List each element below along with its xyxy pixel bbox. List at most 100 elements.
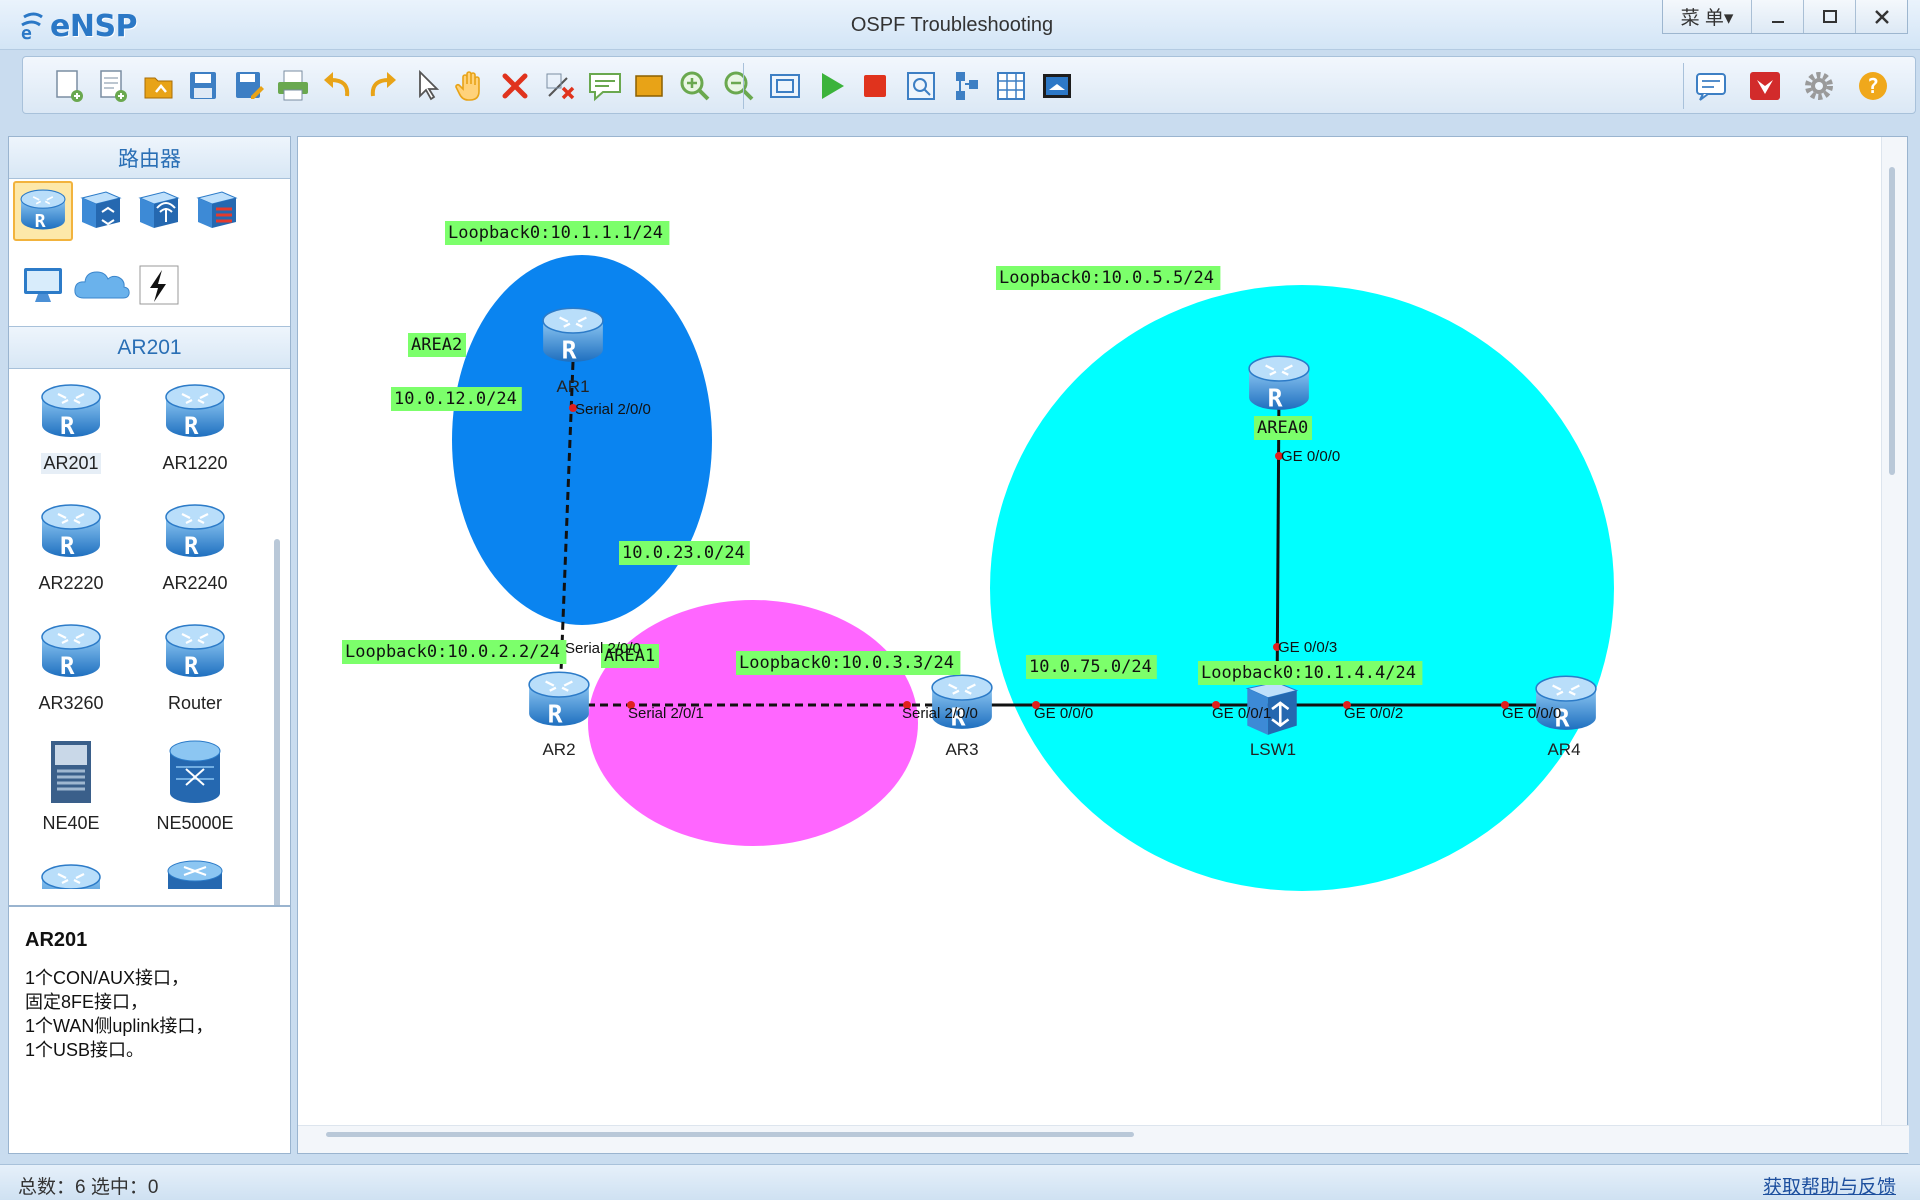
device-label: NE40E xyxy=(42,813,100,833)
zoom-out-button[interactable] xyxy=(719,66,759,106)
horizontal-scroll-track[interactable] xyxy=(298,1125,1909,1153)
zoom-in-button[interactable] xyxy=(675,66,715,106)
undo-button[interactable] xyxy=(317,66,357,106)
new-example-button[interactable] xyxy=(93,66,133,106)
grid-button[interactable] xyxy=(991,66,1031,106)
text-note-button[interactable] xyxy=(585,66,625,106)
stop-device-icon xyxy=(864,75,886,97)
help-button[interactable]: ? xyxy=(1853,66,1893,106)
device-ar201[interactable]: R AR201 xyxy=(11,377,131,487)
svg-text:R: R xyxy=(1268,384,1283,413)
loopback-label[interactable]: Loopback0:10.1.1.1/24 xyxy=(448,223,663,243)
router-icon: R xyxy=(162,377,228,447)
delete-link-icon xyxy=(546,73,575,100)
port-label: GE 0/0/1 xyxy=(1212,705,1271,722)
chassis-icon xyxy=(38,737,104,807)
device-ar3260[interactable]: R AR3260 xyxy=(11,617,131,727)
area-label[interactable]: AREA0 xyxy=(1257,418,1308,438)
save-button[interactable] xyxy=(183,66,223,106)
topology-button[interactable] xyxy=(947,66,987,106)
minimize-icon xyxy=(1771,20,1784,23)
router-category-icon: R xyxy=(18,184,68,238)
category-header: 路由器 xyxy=(9,137,290,179)
network-label[interactable]: 10.0.12.0/24 xyxy=(394,389,517,409)
close-button[interactable] xyxy=(1855,0,1907,33)
vertical-scrollbar[interactable] xyxy=(1889,167,1895,475)
capture-button[interactable] xyxy=(901,66,941,106)
device-info-line: 固定8FE接口， xyxy=(25,992,149,1012)
port-label: Serial 2/0/0 xyxy=(575,401,651,418)
delete-button[interactable] xyxy=(495,66,535,106)
print-button[interactable] xyxy=(273,66,313,106)
terminal-button[interactable] xyxy=(1037,66,1077,106)
device-list-scrollbar[interactable] xyxy=(274,539,280,935)
stop-device-button[interactable] xyxy=(855,66,895,106)
topology-drawing[interactable]: RAR1RAR2RAR3RAR4RAR5LSW1 Loopback0:10.1.… xyxy=(298,137,1878,1127)
other-device-category-button[interactable] xyxy=(129,257,189,317)
redo-icon xyxy=(370,72,396,97)
chat-icon xyxy=(1696,73,1726,101)
router-category-category-button[interactable]: R xyxy=(13,181,73,241)
device-label: AR1220 xyxy=(162,453,228,473)
cloud-category-category-button[interactable] xyxy=(71,257,131,317)
loopback-label[interactable]: Loopback0:10.0.3.3/24 xyxy=(739,653,954,673)
device-info-title: AR201 xyxy=(25,929,88,951)
device-ar2[interactable]: R AR2 xyxy=(525,664,593,759)
redo-button[interactable] xyxy=(363,66,403,106)
port-label: Serial 2/0/0 xyxy=(902,705,978,722)
router-icon: R xyxy=(1245,348,1313,416)
topology-canvas[interactable]: RAR1RAR2RAR3RAR4RAR5LSW1 Loopback0:10.1.… xyxy=(297,136,1909,1154)
network-label[interactable]: 10.0.75.0/24 xyxy=(1029,657,1152,677)
window-controls: 菜 单▾ xyxy=(1662,0,1908,34)
switch-category-category-button[interactable] xyxy=(71,181,131,241)
select-button[interactable] xyxy=(407,66,447,106)
network-label[interactable]: 10.0.23.0/24 xyxy=(622,543,745,563)
rectangle-button[interactable] xyxy=(629,66,669,106)
settings-icon xyxy=(1805,72,1833,100)
new-topology-button[interactable] xyxy=(49,66,89,106)
device-label: NE5000E xyxy=(156,813,234,833)
chat-button[interactable] xyxy=(1691,66,1731,106)
delete-link-button[interactable] xyxy=(541,66,581,106)
area-label[interactable]: AREA2 xyxy=(411,335,462,355)
device-ne40e[interactable]: NE40E xyxy=(11,737,131,847)
maximize-button[interactable] xyxy=(1803,0,1855,33)
start-device-button[interactable] xyxy=(811,66,851,106)
device-grid: R AR201 R AR1220 R AR2220 R AR2240 R AR3260 R Route… xyxy=(9,369,290,889)
loopback-label[interactable]: Loopback0:10.0.5.5/24 xyxy=(999,268,1214,288)
area1-ellipse[interactable] xyxy=(588,600,918,846)
toolbar-separator xyxy=(743,63,744,109)
huawei-button[interactable] xyxy=(1745,66,1785,106)
device-ar1220[interactable]: R AR1220 xyxy=(135,377,255,487)
pan-hand-button[interactable] xyxy=(451,66,491,106)
wireless-category-icon xyxy=(134,184,184,238)
menu-button[interactable]: 菜 单▾ xyxy=(1663,0,1751,33)
save-as-button[interactable] xyxy=(229,66,269,106)
router-icon: R xyxy=(38,857,104,889)
open-button[interactable] xyxy=(139,66,179,106)
device-router[interactable]: R Router xyxy=(135,617,255,727)
wireless-category-category-button[interactable] xyxy=(129,181,189,241)
loopback-label[interactable]: Loopback0:10.0.2.2/24 xyxy=(345,642,560,662)
svg-text:?: ? xyxy=(1867,74,1879,98)
device-ar2240[interactable]: R AR2240 xyxy=(135,497,255,607)
help-feedback-link[interactable]: 获取帮助与反馈 xyxy=(1763,1172,1896,1199)
fit-view-button[interactable] xyxy=(765,66,805,106)
pc-category-category-button[interactable] xyxy=(13,257,73,317)
close-icon xyxy=(1874,9,1889,24)
port-label: Serial 2/0/1 xyxy=(628,705,704,722)
svg-text:R: R xyxy=(548,700,563,729)
router-icon: R xyxy=(38,617,104,687)
help-icon: ? xyxy=(1859,72,1887,100)
minimize-button[interactable] xyxy=(1751,0,1803,33)
device-ar2220[interactable]: R AR2220 xyxy=(11,497,131,607)
toolbar-separator xyxy=(1683,63,1684,109)
device-ne5000e[interactable]: NE5000E xyxy=(135,737,255,847)
fit-view-icon xyxy=(770,74,800,98)
loopback-label[interactable]: Loopback0:10.1.4.4/24 xyxy=(1201,663,1416,683)
settings-button[interactable] xyxy=(1799,66,1839,106)
port-label: GE 0/0/0 xyxy=(1281,448,1340,465)
firewall-category-category-button[interactable] xyxy=(187,181,247,241)
horizontal-scrollbar[interactable] xyxy=(326,1132,1134,1137)
router-icon: R xyxy=(162,497,228,567)
